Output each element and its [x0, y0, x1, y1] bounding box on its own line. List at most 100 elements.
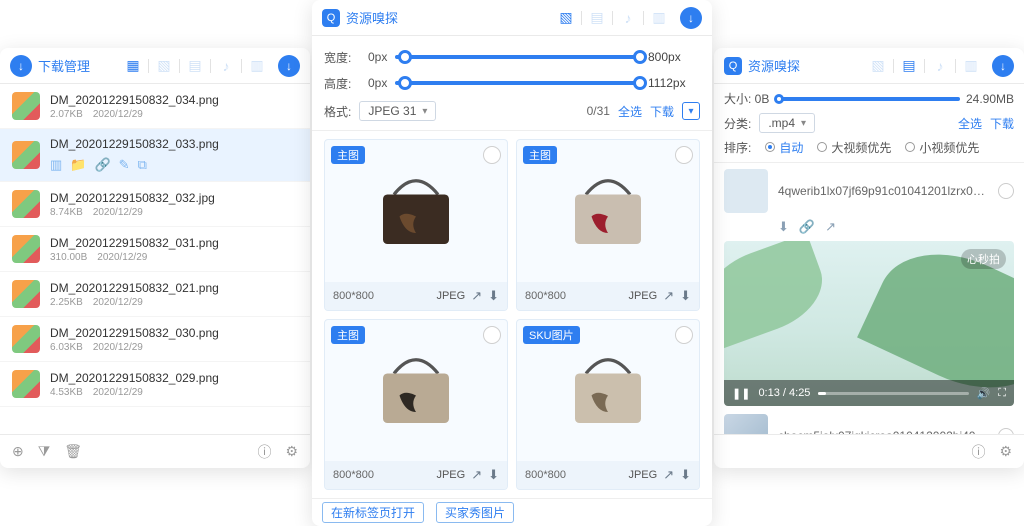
copy-icon[interactable]: ⧉	[138, 157, 147, 173]
video-thumb	[724, 169, 768, 213]
file-thumb	[12, 190, 40, 218]
image-card[interactable]: 主图 800*800 JPEG ↗ ⬇	[324, 319, 508, 491]
filter-button[interactable]: ⧩	[38, 443, 51, 460]
doc-filter-icon[interactable]: ▥	[246, 55, 268, 77]
file-name: DM_20201229150832_031.png	[50, 236, 219, 250]
download-icon[interactable]: ⬇	[488, 467, 499, 483]
select-all-link[interactable]: 全选	[958, 115, 982, 132]
list-item[interactable]: DM_20201229150832_033.png ▥ 📁 🔗 ✎ ⧉	[0, 129, 310, 182]
link-icon[interactable]: 🔗	[94, 157, 110, 173]
progress-bar[interactable]	[818, 392, 968, 395]
grid-view-icon[interactable]: ▦	[122, 55, 144, 77]
card-bar: 800*800 JPEG ↗ ⬇	[325, 282, 507, 310]
right-footer: ⓘ ⚙	[714, 434, 1024, 468]
audio-tab-icon[interactable]: ♪	[929, 55, 951, 77]
list-item[interactable]: DM_20201229150832_021.png 2.25KB2020/12/…	[0, 272, 310, 317]
open-icon[interactable]: ↗	[825, 219, 836, 235]
size-slider[interactable]	[775, 97, 960, 101]
select-circle[interactable]	[675, 326, 693, 344]
add-button[interactable]: ⊕	[12, 443, 24, 460]
card-tag: SKU图片	[523, 326, 580, 344]
settings-button[interactable]: ⚙	[999, 443, 1012, 460]
format-select[interactable]: JPEG 31 ▾	[359, 101, 436, 121]
pause-icon[interactable]: ❚❚	[732, 387, 750, 400]
select-all-link[interactable]: 全选	[618, 103, 642, 120]
audio-filter-icon[interactable]: ♪	[215, 55, 237, 77]
image-card[interactable]: 主图 800*800 JPEG ↗ ⬇	[324, 139, 508, 311]
download-icon[interactable]: ⬇	[680, 467, 691, 483]
list-item[interactable]: DM_20201229150832_030.png 6.03KB2020/12/…	[0, 317, 310, 362]
download-icon[interactable]: ⬇	[680, 288, 691, 304]
select-circle[interactable]	[483, 326, 501, 344]
category-select[interactable]: .mp4 ▾	[759, 113, 815, 133]
image-tab-icon[interactable]: ▧	[555, 7, 577, 29]
format-label: 格式:	[324, 103, 351, 120]
image-filter-icon[interactable]: ▧	[153, 55, 175, 77]
select-circle[interactable]	[483, 146, 501, 164]
card-tag: 主图	[331, 146, 365, 164]
delete-button[interactable]: 🗑	[64, 443, 82, 460]
width-label: 宽度:	[324, 49, 360, 66]
list-item[interactable]: DM_20201229150832_034.png 2.07KB2020/12/…	[0, 84, 310, 129]
doc-tab-icon[interactable]: ▥	[648, 7, 670, 29]
video-thumb	[724, 414, 768, 434]
image-tab-icon[interactable]: ▧	[867, 55, 889, 77]
left-footer: ⊕ ⧩ 🗑 ⓘ ⚙	[0, 434, 310, 468]
open-icon[interactable]: ↗	[663, 467, 674, 483]
download-link[interactable]: 下载	[990, 115, 1014, 132]
folder-icon[interactable]: 📁	[70, 157, 86, 173]
download-icon[interactable]: ⬇	[778, 219, 789, 235]
list-item[interactable]: DM_20201229150832_032.jpg 8.74KB2020/12/…	[0, 182, 310, 227]
download-link[interactable]: 下载	[650, 103, 674, 120]
size-label: 大小: 0B	[724, 90, 769, 107]
center-filters: 宽度: 0px 800px 高度: 0px 1112px 格式: JPEG 31…	[312, 36, 712, 131]
resource-sniffer-panel: Q 资源嗅探 ▧ ▤ ♪ ▥ ↓ 宽度: 0px 800px 高度: 0px 1…	[312, 0, 712, 526]
save-tab-icon[interactable]: ▤	[586, 7, 608, 29]
doc-tab-icon[interactable]: ▥	[960, 55, 982, 77]
buyer-show-button[interactable]: 买家秀图片	[436, 502, 514, 523]
sort-big-radio[interactable]: 大视频优先	[817, 139, 891, 156]
right-title: Q 资源嗅探	[724, 56, 800, 75]
file-name: DM_20201229150832_021.png	[50, 281, 219, 295]
info-button[interactable]: ⓘ	[971, 442, 985, 462]
chevron-down-icon: ▾	[422, 106, 427, 117]
center-download-all-button[interactable]: ↓	[680, 7, 702, 29]
video-time: 0:13 / 4:25	[758, 387, 810, 399]
download-dropdown-icon[interactable]: ▾	[682, 102, 700, 120]
audio-tab-icon[interactable]: ♪	[617, 7, 639, 29]
fullscreen-icon[interactable]: ⛶	[998, 387, 1006, 400]
left-download-all-button[interactable]: ↓	[278, 55, 300, 77]
video-player[interactable]: 心秒拍 ❚❚ 0:13 / 4:25 🔊 ⛶	[724, 241, 1014, 406]
doc-icon[interactable]: ▥	[50, 157, 62, 173]
select-circle[interactable]	[675, 146, 693, 164]
save-filter-icon[interactable]: ▤	[184, 55, 206, 77]
right-download-all-button[interactable]: ↓	[992, 55, 1014, 77]
chevron-down-icon: ▾	[801, 118, 806, 129]
image-card[interactable]: SKU图片 800*800 JPEG ↗ ⬇	[516, 319, 700, 491]
item-select-circle[interactable]	[998, 183, 1014, 199]
height-slider[interactable]	[395, 81, 640, 85]
settings-button[interactable]: ⚙	[285, 443, 298, 460]
info-button[interactable]: ⓘ	[257, 442, 271, 462]
video-controls: ❚❚ 0:13 / 4:25 🔊 ⛶	[724, 380, 1014, 406]
open-new-tab-button[interactable]: 在新标签页打开	[322, 502, 424, 523]
link-icon[interactable]: 🔗	[799, 219, 815, 235]
image-card[interactable]: 主图 800*800 JPEG ↗ ⬇	[516, 139, 700, 311]
sort-auto-radio[interactable]: 自动	[765, 139, 803, 156]
size-max: 24.90MB	[966, 92, 1014, 106]
open-icon[interactable]: ↗	[663, 288, 674, 304]
video-tab-icon[interactable]: ▤	[898, 55, 920, 77]
sort-label: 排序:	[724, 139, 751, 156]
width-min: 0px	[368, 50, 387, 64]
open-icon[interactable]: ↗	[471, 288, 482, 304]
sort-small-radio[interactable]: 小视频优先	[905, 139, 979, 156]
video-item: chocm5iolx07jgkicroa010412002bj40e0… .mp…	[724, 414, 1014, 434]
width-slider[interactable]	[395, 55, 640, 59]
rename-icon[interactable]: ✎	[119, 157, 130, 173]
video-sniffer-panel: Q 资源嗅探 ▧ ▤ ♪ ▥ ↓ 大小: 0B 24.90MB 分类: .mp4…	[714, 48, 1024, 468]
list-item[interactable]: DM_20201229150832_029.png 4.53KB2020/12/…	[0, 362, 310, 407]
volume-icon[interactable]: 🔊	[977, 387, 991, 400]
open-icon[interactable]: ↗	[471, 467, 482, 483]
download-icon[interactable]: ⬇	[488, 288, 499, 304]
list-item[interactable]: DM_20201229150832_031.png 310.00B2020/12…	[0, 227, 310, 272]
